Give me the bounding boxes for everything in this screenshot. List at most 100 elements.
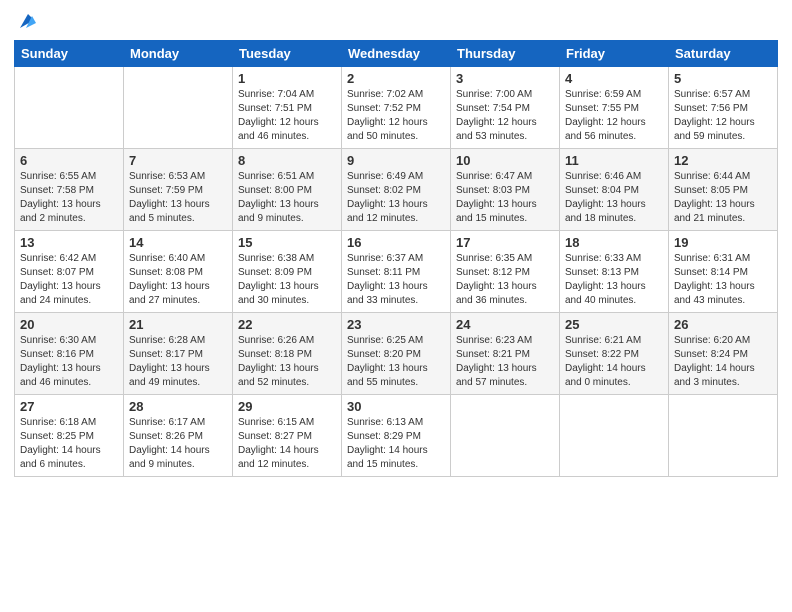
column-header-wednesday: Wednesday xyxy=(342,41,451,67)
calendar-cell: 19 Sunrise: 6:31 AM Sunset: 8:14 PM Dayli… xyxy=(669,231,778,313)
day-info: Sunrise: 6:46 AM Sunset: 8:04 PM Dayligh… xyxy=(565,170,663,226)
day-number: 16 xyxy=(347,235,445,250)
calendar-cell: 15 Sunrise: 6:38 AM Sunset: 8:09 PM Dayli… xyxy=(233,231,342,313)
day-number: 13 xyxy=(20,235,118,250)
day-number: 11 xyxy=(565,153,663,168)
day-info: Sunrise: 7:02 AM Sunset: 7:52 PM Dayligh… xyxy=(347,88,445,144)
day-info: Sunrise: 6:33 AM Sunset: 8:13 PM Dayligh… xyxy=(565,252,663,308)
day-info: Sunrise: 6:49 AM Sunset: 8:02 PM Dayligh… xyxy=(347,170,445,226)
calendar-cell: 1 Sunrise: 7:04 AM Sunset: 7:51 PM Daylig… xyxy=(233,67,342,149)
day-info: Sunrise: 6:17 AM Sunset: 8:26 PM Dayligh… xyxy=(129,416,227,472)
calendar-cell xyxy=(15,67,124,149)
week-row-4: 20 Sunrise: 6:30 AM Sunset: 8:16 PM Dayli… xyxy=(15,313,778,395)
day-info: Sunrise: 6:15 AM Sunset: 8:27 PM Dayligh… xyxy=(238,416,336,472)
day-info: Sunrise: 7:04 AM Sunset: 7:51 PM Dayligh… xyxy=(238,88,336,144)
day-number: 8 xyxy=(238,153,336,168)
day-info: Sunrise: 6:59 AM Sunset: 7:55 PM Dayligh… xyxy=(565,88,663,144)
day-info: Sunrise: 6:25 AM Sunset: 8:20 PM Dayligh… xyxy=(347,334,445,390)
day-number: 4 xyxy=(565,71,663,86)
calendar-cell: 6 Sunrise: 6:55 AM Sunset: 7:58 PM Daylig… xyxy=(15,149,124,231)
week-row-5: 27Sunrise: 6:18 AM Sunset: 8:25 PM Dayli… xyxy=(15,395,778,477)
day-number: 26 xyxy=(674,317,772,332)
calendar-cell: 26 Sunrise: 6:20 AM Sunset: 8:24 PM Dayli… xyxy=(669,313,778,395)
day-info: Sunrise: 6:42 AM Sunset: 8:07 PM Dayligh… xyxy=(20,252,118,308)
page-container: SundayMondayTuesdayWednesdayThursdayFrid… xyxy=(0,0,792,612)
calendar-cell: 10 Sunrise: 6:47 AM Sunset: 8:03 PM Dayli… xyxy=(451,149,560,231)
calendar-cell: 14Sunrise: 6:40 AM Sunset: 8:08 PM Dayli… xyxy=(124,231,233,313)
logo-icon xyxy=(16,10,38,32)
day-number: 22 xyxy=(238,317,336,332)
calendar-cell: 5 Sunrise: 6:57 AM Sunset: 7:56 PM Daylig… xyxy=(669,67,778,149)
day-info: Sunrise: 6:18 AM Sunset: 8:25 PM Dayligh… xyxy=(20,416,118,472)
header xyxy=(14,10,778,32)
day-info: Sunrise: 7:00 AM Sunset: 7:54 PM Dayligh… xyxy=(456,88,554,144)
calendar-cell: 25Sunrise: 6:21 AM Sunset: 8:22 PM Dayli… xyxy=(560,313,669,395)
column-header-saturday: Saturday xyxy=(669,41,778,67)
day-info: Sunrise: 6:30 AM Sunset: 8:16 PM Dayligh… xyxy=(20,334,118,390)
day-info: Sunrise: 6:23 AM Sunset: 8:21 PM Dayligh… xyxy=(456,334,554,390)
calendar-cell: 18Sunrise: 6:33 AM Sunset: 8:13 PM Dayli… xyxy=(560,231,669,313)
calendar-cell: 13 Sunrise: 6:42 AM Sunset: 8:07 PM Dayli… xyxy=(15,231,124,313)
day-number: 24 xyxy=(456,317,554,332)
day-info: Sunrise: 6:26 AM Sunset: 8:18 PM Dayligh… xyxy=(238,334,336,390)
calendar-cell: 23 Sunrise: 6:25 AM Sunset: 8:20 PM Dayli… xyxy=(342,313,451,395)
calendar-cell xyxy=(669,395,778,477)
calendar-cell: 21 Sunrise: 6:28 AM Sunset: 8:17 PM Dayli… xyxy=(124,313,233,395)
week-row-3: 13 Sunrise: 6:42 AM Sunset: 8:07 PM Dayli… xyxy=(15,231,778,313)
day-number: 7 xyxy=(129,153,227,168)
calendar-cell: 20 Sunrise: 6:30 AM Sunset: 8:16 PM Dayli… xyxy=(15,313,124,395)
day-number: 5 xyxy=(674,71,772,86)
day-number: 1 xyxy=(238,71,336,86)
logo xyxy=(14,10,38,32)
day-number: 15 xyxy=(238,235,336,250)
day-number: 14 xyxy=(129,235,227,250)
calendar-cell: 7 Sunrise: 6:53 AM Sunset: 7:59 PM Daylig… xyxy=(124,149,233,231)
calendar-cell xyxy=(560,395,669,477)
calendar-cell: 16Sunrise: 6:37 AM Sunset: 8:11 PM Dayli… xyxy=(342,231,451,313)
week-row-1: 1 Sunrise: 7:04 AM Sunset: 7:51 PM Daylig… xyxy=(15,67,778,149)
day-info: Sunrise: 6:28 AM Sunset: 8:17 PM Dayligh… xyxy=(129,334,227,390)
day-number: 30 xyxy=(347,399,445,414)
day-number: 9 xyxy=(347,153,445,168)
day-number: 2 xyxy=(347,71,445,86)
day-number: 29 xyxy=(238,399,336,414)
calendar-cell: 4 Sunrise: 6:59 AM Sunset: 7:55 PM Daylig… xyxy=(560,67,669,149)
day-info: Sunrise: 6:44 AM Sunset: 8:05 PM Dayligh… xyxy=(674,170,772,226)
calendar-cell: 3 Sunrise: 7:00 AM Sunset: 7:54 PM Daylig… xyxy=(451,67,560,149)
day-info: Sunrise: 6:31 AM Sunset: 8:14 PM Dayligh… xyxy=(674,252,772,308)
calendar-cell: 2 Sunrise: 7:02 AM Sunset: 7:52 PM Daylig… xyxy=(342,67,451,149)
calendar-cell: 30 Sunrise: 6:13 AM Sunset: 8:29 PM Dayli… xyxy=(342,395,451,477)
calendar-cell: 22 Sunrise: 6:26 AM Sunset: 8:18 PM Dayli… xyxy=(233,313,342,395)
day-info: Sunrise: 6:51 AM Sunset: 8:00 PM Dayligh… xyxy=(238,170,336,226)
day-number: 12 xyxy=(674,153,772,168)
day-number: 6 xyxy=(20,153,118,168)
day-number: 3 xyxy=(456,71,554,86)
calendar-cell: 27Sunrise: 6:18 AM Sunset: 8:25 PM Dayli… xyxy=(15,395,124,477)
day-number: 10 xyxy=(456,153,554,168)
day-info: Sunrise: 6:35 AM Sunset: 8:12 PM Dayligh… xyxy=(456,252,554,308)
day-info: Sunrise: 6:47 AM Sunset: 8:03 PM Dayligh… xyxy=(456,170,554,226)
day-number: 19 xyxy=(674,235,772,250)
calendar-cell: 17Sunrise: 6:35 AM Sunset: 8:12 PM Dayli… xyxy=(451,231,560,313)
calendar-cell: 9 Sunrise: 6:49 AM Sunset: 8:02 PM Daylig… xyxy=(342,149,451,231)
day-info: Sunrise: 6:13 AM Sunset: 8:29 PM Dayligh… xyxy=(347,416,445,472)
calendar-cell: 24 Sunrise: 6:23 AM Sunset: 8:21 PM Dayli… xyxy=(451,313,560,395)
day-number: 21 xyxy=(129,317,227,332)
calendar-cell xyxy=(124,67,233,149)
week-row-2: 6 Sunrise: 6:55 AM Sunset: 7:58 PM Daylig… xyxy=(15,149,778,231)
day-info: Sunrise: 6:55 AM Sunset: 7:58 PM Dayligh… xyxy=(20,170,118,226)
day-number: 20 xyxy=(20,317,118,332)
column-header-thursday: Thursday xyxy=(451,41,560,67)
column-header-sunday: Sunday xyxy=(15,41,124,67)
day-info: Sunrise: 6:38 AM Sunset: 8:09 PM Dayligh… xyxy=(238,252,336,308)
day-number: 23 xyxy=(347,317,445,332)
calendar-cell: 29 Sunrise: 6:15 AM Sunset: 8:27 PM Dayli… xyxy=(233,395,342,477)
header-row: SundayMondayTuesdayWednesdayThursdayFrid… xyxy=(15,41,778,67)
calendar-cell xyxy=(451,395,560,477)
calendar-cell: 8 Sunrise: 6:51 AM Sunset: 8:00 PM Daylig… xyxy=(233,149,342,231)
day-info: Sunrise: 6:20 AM Sunset: 8:24 PM Dayligh… xyxy=(674,334,772,390)
day-info: Sunrise: 6:57 AM Sunset: 7:56 PM Dayligh… xyxy=(674,88,772,144)
calendar-table: SundayMondayTuesdayWednesdayThursdayFrid… xyxy=(14,40,778,477)
day-info: Sunrise: 6:53 AM Sunset: 7:59 PM Dayligh… xyxy=(129,170,227,226)
calendar-cell: 28Sunrise: 6:17 AM Sunset: 8:26 PM Dayli… xyxy=(124,395,233,477)
